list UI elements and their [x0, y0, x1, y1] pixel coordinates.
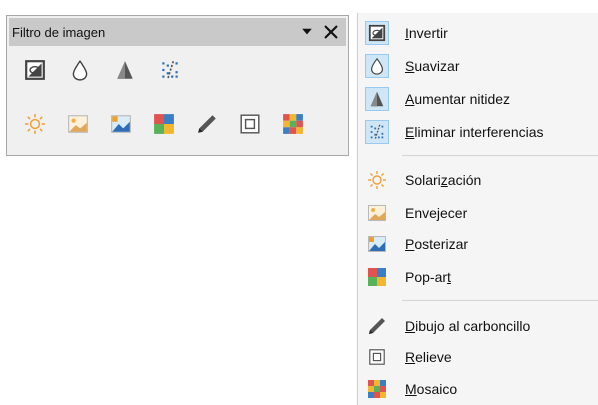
menu-item-label: Dibujo al carboncillo	[405, 318, 531, 334]
close-icon[interactable]	[319, 20, 343, 44]
menu-item-label: Suavizar	[405, 58, 460, 74]
menu-item-label: Relieve	[405, 349, 452, 365]
menu-item-label: Mosaico	[405, 381, 458, 397]
menu-item-invert[interactable]: Invertir	[358, 18, 598, 48]
solarization-icon[interactable]	[21, 110, 49, 138]
smooth-icon	[365, 54, 389, 78]
remove-noise-icon	[365, 120, 389, 144]
pop-art-icon	[365, 265, 389, 289]
toolbar-titlebar[interactable]: Filtro de imagen	[9, 18, 346, 46]
sharpen-icon[interactable]	[111, 56, 139, 84]
menu-item-aging[interactable]: Envejecer	[358, 198, 598, 228]
remove-noise-icon[interactable]	[156, 56, 184, 84]
menu-item-label: Invertir	[405, 25, 448, 41]
posterize-icon[interactable]	[107, 110, 135, 138]
invert-icon[interactable]	[21, 56, 49, 84]
menu-item-label: Solarización	[405, 172, 482, 188]
menu-separator	[402, 155, 598, 156]
mosaic-icon[interactable]	[279, 110, 307, 138]
menu-item-label: Eliminar interferencias	[405, 124, 544, 140]
menu-item-relief[interactable]: Relieve	[358, 342, 598, 372]
menu-item-label: Envejecer	[405, 205, 468, 221]
toolbar-row-2	[21, 110, 322, 138]
menu-item-label: Posterizar	[405, 236, 469, 252]
image-filter-menu: Invertir Suavizar Aumentar nitidez Elimi…	[357, 13, 598, 405]
menu-item-smooth[interactable]: Suavizar	[358, 51, 598, 81]
menu-item-label: Aumentar nitidez	[405, 91, 511, 107]
menu-item-charcoal-sketch[interactable]: Dibujo al carboncillo	[358, 311, 598, 341]
mosaic-icon	[365, 377, 389, 401]
solarization-icon	[365, 168, 389, 192]
image-filter-toolbar: Filtro de imagen	[6, 15, 349, 156]
dropdown-arrow-icon[interactable]	[295, 20, 319, 44]
invert-icon	[365, 21, 389, 45]
aging-icon[interactable]	[64, 110, 92, 138]
posterize-icon	[365, 232, 389, 256]
smooth-icon[interactable]	[66, 56, 94, 84]
relief-icon[interactable]	[236, 110, 264, 138]
menu-separator	[402, 300, 598, 301]
aging-icon	[365, 201, 389, 225]
menu-item-mosaic[interactable]: Mosaico	[358, 374, 598, 404]
pop-art-icon[interactable]	[150, 110, 178, 138]
toolbar-title: Filtro de imagen	[12, 24, 106, 40]
relief-icon	[365, 345, 389, 369]
menu-item-solarization[interactable]: Solarización	[358, 165, 598, 195]
charcoal-sketch-icon	[365, 314, 389, 338]
menu-item-sharpen[interactable]: Aumentar nitidez	[358, 84, 598, 114]
charcoal-sketch-icon[interactable]	[193, 110, 221, 138]
menu-item-posterize[interactable]: Posterizar	[358, 229, 598, 259]
menu-item-label: Pop-art	[405, 269, 451, 285]
toolbar-row-1	[21, 56, 201, 84]
menu-item-remove-noise[interactable]: Eliminar interferencias	[358, 117, 598, 147]
sharpen-icon	[365, 87, 389, 111]
menu-item-pop-art[interactable]: Pop-art	[358, 262, 598, 292]
